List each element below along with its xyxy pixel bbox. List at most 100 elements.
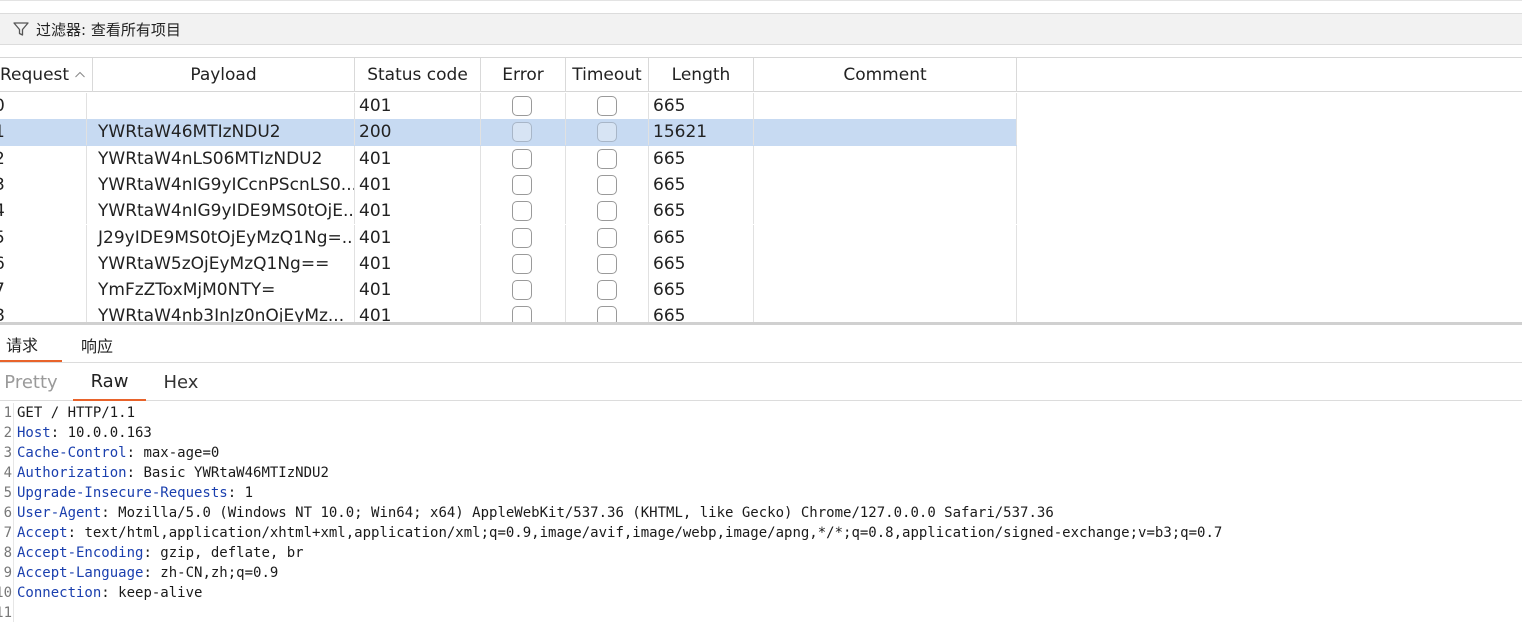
cell-payload: YWRtaW4nIG9yIDE9MS0tOjE... <box>93 198 355 225</box>
table-row[interactable]: 6YWRtaW5zOjEyMzQ1Ng==401 665 <box>0 250 1017 277</box>
line-number: 2 <box>3 425 12 441</box>
editor-line: 3 Cache-Control: max-age=0 <box>0 443 1522 463</box>
cell-timeout <box>566 119 649 146</box>
tab-request[interactable]: 请求 <box>0 327 62 362</box>
table-row[interactable]: 3YWRtaW4nIG9yICcnPScnLS0...401 665 <box>0 171 1017 198</box>
table-row[interactable]: 0 401 665 <box>0 93 1017 119</box>
cell-request: 4 <box>0 198 87 225</box>
cell-request: 7 <box>0 277 87 304</box>
column-header-payload[interactable]: Payload <box>93 58 355 92</box>
line-number: 11 <box>0 605 12 621</box>
header-name: Accept <box>17 525 68 541</box>
cell-length: 665 <box>649 198 754 225</box>
view-mode-tabs: Pretty Raw Hex <box>0 363 1522 401</box>
header-name: Host <box>17 425 51 441</box>
editor-line: 8 Accept-Encoding: gzip, deflate, br <box>0 543 1522 563</box>
cell-error <box>481 198 566 225</box>
filter-label: 过滤器: 查看所有项目 <box>36 20 181 39</box>
editor-line: 7 Accept: text/html,application/xhtml+xml… <box>0 523 1522 543</box>
timeout-checkbox <box>596 227 617 248</box>
cell-status: 401 <box>355 198 481 225</box>
cell-payload <box>93 93 355 119</box>
column-header-comment[interactable]: Comment <box>754 58 1017 92</box>
tab-pretty[interactable]: Pretty <box>0 363 62 401</box>
request-editor[interactable]: 1 GET / HTTP/1.1 2 Host: 10.0.0.163 3 Cache-C… <box>0 403 1522 622</box>
cell-status: 200 <box>355 119 481 146</box>
header-value: Basic YWRtaW46MTIzNDU2 <box>143 465 329 481</box>
tab-hex[interactable]: Hex <box>152 363 210 401</box>
cell-request: 1 <box>0 119 87 146</box>
table-row[interactable]: 4YWRtaW4nIG9yIDE9MS0tOjE...401 665 <box>0 198 1017 225</box>
sort-ascending-icon <box>75 71 85 78</box>
cell-timeout <box>566 93 649 119</box>
header-name: Authorization <box>17 465 127 481</box>
error-checkbox <box>512 148 532 169</box>
column-header-request[interactable]: Request <box>0 58 93 92</box>
cell-timeout <box>566 250 649 277</box>
line-number: 4 <box>3 465 12 481</box>
cell-request: 0 <box>0 93 87 119</box>
column-header-error[interactable]: Error <box>481 58 566 92</box>
header-name: Cache-Control <box>17 445 127 461</box>
cell-timeout <box>566 145 649 172</box>
cell-comment <box>754 198 1017 225</box>
table-row[interactable]: 5J29yIDE9MS0tOjEyMzQ1Ng=...401 665 <box>0 224 1017 251</box>
timeout-checkbox <box>596 122 617 143</box>
cell-payload: YWRtaW46MTIzNDU2 <box>93 119 355 146</box>
timeout-checkbox <box>596 201 617 222</box>
error-checkbox <box>512 253 532 274</box>
cell-length: 665 <box>649 145 754 172</box>
error-checkbox <box>512 201 532 222</box>
editor-line: 4 Authorization: Basic YWRtaW46MTIzNDU2 <box>0 463 1522 483</box>
editor-line: 2 Host: 10.0.0.163 <box>0 423 1522 443</box>
header-name: Accept-Language <box>17 565 144 581</box>
cell-timeout <box>566 198 649 225</box>
filter-bar[interactable]: 过滤器: 查看所有项目 <box>0 13 1522 45</box>
cell-payload: YWRtaW5zOjEyMzQ1Ng== <box>93 250 355 277</box>
cell-comment <box>754 303 1017 323</box>
cell-error <box>481 93 566 119</box>
column-header-length[interactable]: Length <box>649 58 754 92</box>
cell-error <box>481 303 566 323</box>
cell-status: 401 <box>355 250 481 277</box>
tab-response[interactable]: 响应 <box>81 327 131 362</box>
table-row[interactable]: 7YmFzZToxMjM0NTY=401 665 <box>0 277 1017 304</box>
cell-length: 665 <box>649 277 754 304</box>
table-row[interactable]: 2YWRtaW4nLS06MTIzNDU2401 665 <box>0 145 1017 172</box>
editor-line: 9 Accept-Language: zh-CN,zh;q=0.9 <box>0 563 1522 583</box>
cell-length: 665 <box>649 93 754 119</box>
cell-timeout <box>566 277 649 304</box>
header-value: text/html,application/xhtml+xml,applicat… <box>84 525 1223 541</box>
cell-comment <box>754 119 1017 146</box>
cell-error <box>481 171 566 198</box>
header-value: 10.0.0.163 <box>67 425 152 441</box>
error-checkbox <box>512 280 532 301</box>
cell-comment <box>754 93 1017 119</box>
timeout-checkbox <box>596 253 617 274</box>
timeout-checkbox <box>596 96 617 116</box>
column-header-timeout[interactable]: Timeout <box>566 58 649 92</box>
cell-comment <box>754 145 1017 172</box>
error-checkbox <box>512 96 532 116</box>
top-border <box>0 0 1522 1</box>
funnel-icon <box>13 22 29 36</box>
editor-line: 10 Connection: keep-alive <box>0 583 1522 603</box>
header-separator: : <box>143 545 161 561</box>
timeout-checkbox <box>596 148 617 169</box>
error-checkbox <box>512 174 532 195</box>
line-number: 7 <box>3 525 12 541</box>
timeout-checkbox <box>596 306 617 323</box>
cell-request: 2 <box>0 145 87 172</box>
header-value: Mozilla/5.0 (Windows NT 10.0; Win64; x64… <box>118 505 1054 521</box>
table-row[interactable]: 1YWRtaW46MTIzNDU2200 15621 <box>0 119 1017 146</box>
editor-line: 1 GET / HTTP/1.1 <box>0 403 1522 423</box>
header-name: Upgrade-Insecure-Requests <box>17 485 228 501</box>
tab-raw[interactable]: Raw <box>73 363 146 401</box>
line-number: 5 <box>3 485 12 501</box>
table-row[interactable]: 8 YWRtaW4nb3InJz0nOjEyMz...401 665 <box>0 303 1017 323</box>
line-number: 10 <box>0 585 12 601</box>
line-number: 8 <box>3 545 12 561</box>
pane-splitter[interactable] <box>0 322 1522 325</box>
column-header-status-code[interactable]: Status code <box>355 58 481 92</box>
header-name: Connection <box>17 585 102 601</box>
